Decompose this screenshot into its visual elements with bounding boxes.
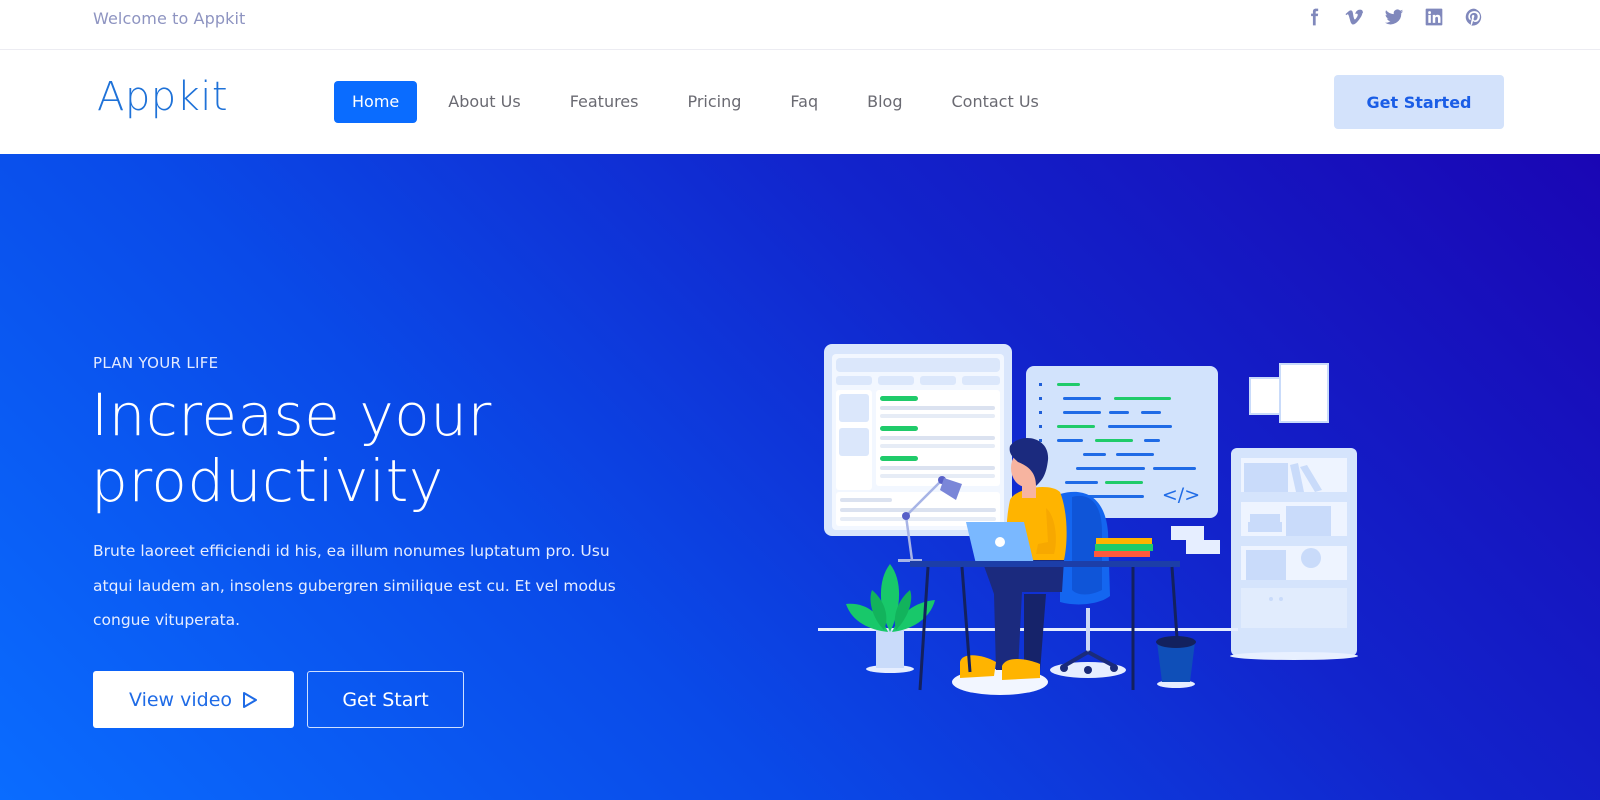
- vimeo-icon: [1345, 9, 1363, 25]
- trash-bin-illustration: [1156, 636, 1196, 688]
- linkedin-icon: [1425, 8, 1443, 26]
- developer-at-desk-illustration: </>: [818, 344, 1358, 695]
- wireframe-window-illustration: [824, 344, 1012, 536]
- main-navbar: Appkit Home About Us Features Pricing Fa…: [0, 50, 1600, 154]
- vimeo-link[interactable]: [1343, 6, 1365, 28]
- brand-logo[interactable]: Appkit: [97, 74, 228, 120]
- pinterest-link[interactable]: [1463, 6, 1485, 28]
- hero-description: Brute laoreet efficiendi id his, ea illu…: [93, 542, 616, 629]
- twitter-link[interactable]: [1383, 6, 1405, 28]
- nav-item-faq[interactable]: Faq: [772, 81, 836, 123]
- facebook-link[interactable]: [1303, 6, 1325, 28]
- nav-item-pricing[interactable]: Pricing: [669, 81, 759, 123]
- main-nav: Home About Us Features Pricing Faq Blog …: [334, 81, 1070, 123]
- welcome-text: Welcome to Appkit: [93, 9, 246, 28]
- bookshelf-illustration: [1230, 448, 1358, 660]
- hero-eyebrow: PLAN YOUR LIFE: [93, 354, 219, 372]
- twitter-icon: [1384, 9, 1404, 25]
- social-links: [1303, 6, 1485, 28]
- wall-frames-illustration: [1249, 363, 1329, 423]
- hero-headline: Increase your productivity: [91, 382, 492, 514]
- code-tag-text: </>: [1162, 484, 1200, 506]
- pinterest-icon: [1465, 8, 1482, 26]
- linkedin-link[interactable]: [1423, 6, 1445, 28]
- get-start-button[interactable]: Get Start: [307, 671, 464, 728]
- nav-item-home[interactable]: Home: [334, 81, 418, 123]
- nav-item-contact-us[interactable]: Contact Us: [934, 81, 1057, 123]
- nav-item-about-us[interactable]: About Us: [430, 81, 538, 123]
- view-video-label: View video: [128, 688, 233, 711]
- get-started-button[interactable]: Get Started: [1334, 75, 1504, 129]
- nav-item-features[interactable]: Features: [552, 81, 657, 123]
- nav-item-blog[interactable]: Blog: [849, 81, 920, 123]
- facebook-icon: [1311, 8, 1319, 26]
- play-icon: [243, 691, 258, 708]
- hero-headline-line2: productivity: [91, 447, 444, 515]
- hero-headline-line1: Increase your: [91, 381, 492, 449]
- books-illustration: [1094, 538, 1153, 557]
- view-video-button[interactable]: View video: [93, 671, 294, 728]
- top-bar: Welcome to Appkit: [0, 0, 1600, 50]
- hero-section: PLAN YOUR LIFE Increase your productivit…: [0, 154, 1600, 800]
